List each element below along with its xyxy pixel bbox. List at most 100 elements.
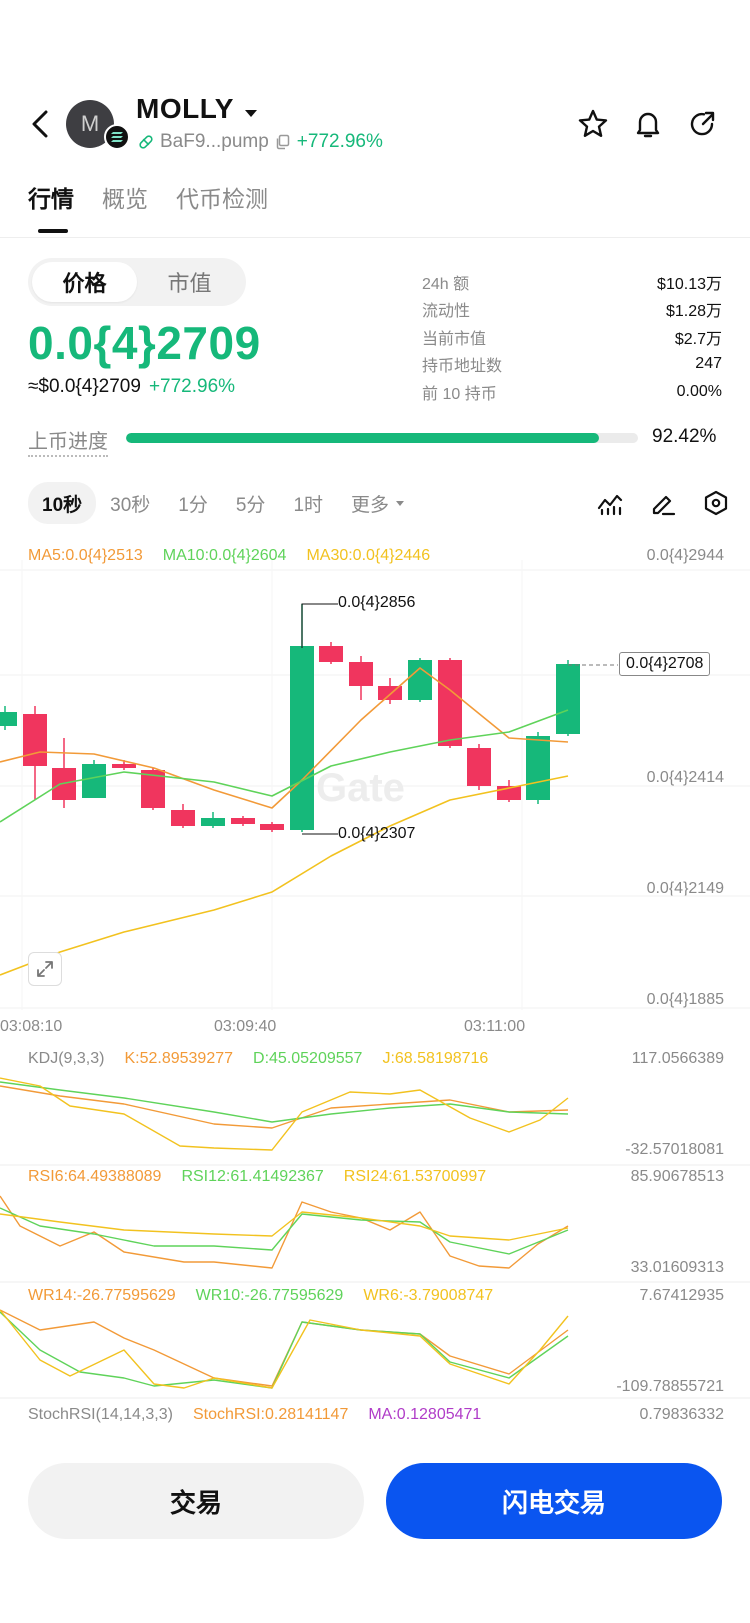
toggle-price[interactable]: 价格 [32,262,137,302]
caret-down-icon [396,501,405,506]
alert-button[interactable] [628,104,668,144]
stat-row: 前 10 持币 0.00% [422,378,722,406]
candle-body [260,824,284,830]
token-stats: 24h 额 $10.13万 流动性 $1.28万 当前市值 $2.7万 持币地址数 24… [422,268,722,406]
stat-label: 24h 额 [422,275,470,293]
high-marker-line [301,603,338,648]
toggle-market-cap[interactable]: 市值 [137,262,242,302]
tabs-divider [0,237,750,238]
stat-row: 持币地址数 247 [422,351,722,379]
candle-body [438,660,462,746]
candle-body [112,764,136,768]
candle-body [349,662,373,686]
back-button[interactable] [22,104,58,144]
interval-30s[interactable]: 30秒 [96,482,164,524]
stat-value: 0.00% [676,382,722,400]
stochrsi-name: StochRSI(14,14,3,3) [28,1406,173,1423]
interval-more-label: 更多 [351,494,390,516]
candle-body [319,646,343,662]
tab-market[interactable]: 行情 [28,180,74,214]
kdj-j-line [0,1077,569,1151]
stat-row: 24h 额 $10.13万 [422,268,722,296]
hexagon-settings-icon [704,490,728,516]
candle-body [467,748,491,786]
pencil-icon [652,495,676,516]
wr6-line [0,1309,569,1389]
candle-body [82,764,106,798]
stochrsi-axis-top: 0.79836332 [639,1406,724,1423]
favorite-button[interactable] [573,104,613,144]
draw-button[interactable] [645,485,681,521]
current-price-tag: 0.0{4}2708 [619,652,711,676]
high-price-label: 0.0{4}2856 [338,594,416,611]
candle-body [290,646,314,830]
candle-body [526,736,550,800]
solana-chain-icon [104,124,130,150]
listing-progress-bar [126,433,638,443]
interval-1h[interactable]: 1时 [279,482,337,524]
address-row: BaF9...pump +772.96% [138,131,383,153]
indicator-icon [597,494,623,516]
candle-body [556,664,580,734]
token-address: BaF9...pump [160,131,269,152]
tab-overview[interactable]: 概览 [102,180,148,214]
indicator-button[interactable] [592,485,628,521]
tab-indicator [38,229,68,233]
stochrsi-value: StochRSI:0.28141147 [192,1406,349,1423]
gate-watermark: Gate [316,766,405,810]
interval-1m[interactable]: 1分 [164,482,222,524]
price-change: +772.96% [148,376,236,397]
fullscreen-button[interactable] [28,952,62,986]
star-icon [578,109,608,137]
chart-settings-button[interactable] [698,485,734,521]
price-mcap-toggle: 价格 市值 [28,258,246,306]
stat-row: 流动性 $1.28万 [422,296,722,324]
candle-body [0,712,17,726]
candle-body [201,818,225,826]
chevron-left-icon [32,110,48,138]
main-tabs: 行情 概览 代币检测 [28,180,268,214]
candle-body [408,660,432,700]
stochrsi-legend: StochRSI(14,14,3,3) StochRSI:0.28141147 … [28,1406,481,1424]
trade-button[interactable]: 交易 [28,1463,364,1539]
expand-icon [37,961,53,977]
stat-value: $10.13万 [657,275,722,293]
stat-value: $2.7万 [674,330,722,348]
copy-icon[interactable] [275,134,291,150]
pill-icon [139,135,153,149]
header-change: +772.96% [296,131,383,152]
rsi12-line [0,1207,569,1255]
stat-label: 持币地址数 [422,358,503,376]
caret-down-icon[interactable] [244,106,258,124]
stat-label: 当前市值 [422,330,487,348]
listing-progress-fill [126,433,600,443]
kdj-k-line [0,1085,569,1129]
interval-5m[interactable]: 5分 [222,482,280,524]
stat-value: 247 [695,355,722,373]
kdj-d-line [0,1081,569,1123]
token-name[interactable]: MOLLY [136,93,234,125]
candle-body [231,818,255,824]
current-price: 0.0{4}2709 [28,317,261,369]
listing-progress-value: 92.42% [652,426,717,447]
stat-value: $1.28万 [665,303,722,321]
stat-label: 前 10 持币 [422,385,497,403]
share-button[interactable] [682,104,722,144]
usd-price: ≈$0.0{4}2709 [28,376,141,397]
interval-10s[interactable]: 10秒 [28,482,97,524]
candle-body [23,714,47,766]
stochrsi-ma: MA:0.12805471 [368,1406,482,1423]
flash-trade-button[interactable]: 闪电交易 [386,1463,722,1539]
stat-row: 当前市值 $2.7万 [422,323,722,351]
listing-progress-label[interactable]: 上币进度 [28,425,108,457]
usd-price-row: ≈$0.0{4}2709 +772.96% [28,376,235,398]
stat-label: 流动性 [422,303,471,321]
bell-icon [636,112,660,138]
interval-selector: 10秒 30秒 1分 5分 1时 更多 [28,482,421,524]
tab-token-check[interactable]: 代币检测 [176,180,268,214]
candle-body [171,810,195,826]
interval-more[interactable]: 更多 [337,482,421,524]
ma30-line [0,775,569,976]
share-icon [690,111,715,136]
low-price-label: 0.0{4}2307 [338,825,416,842]
